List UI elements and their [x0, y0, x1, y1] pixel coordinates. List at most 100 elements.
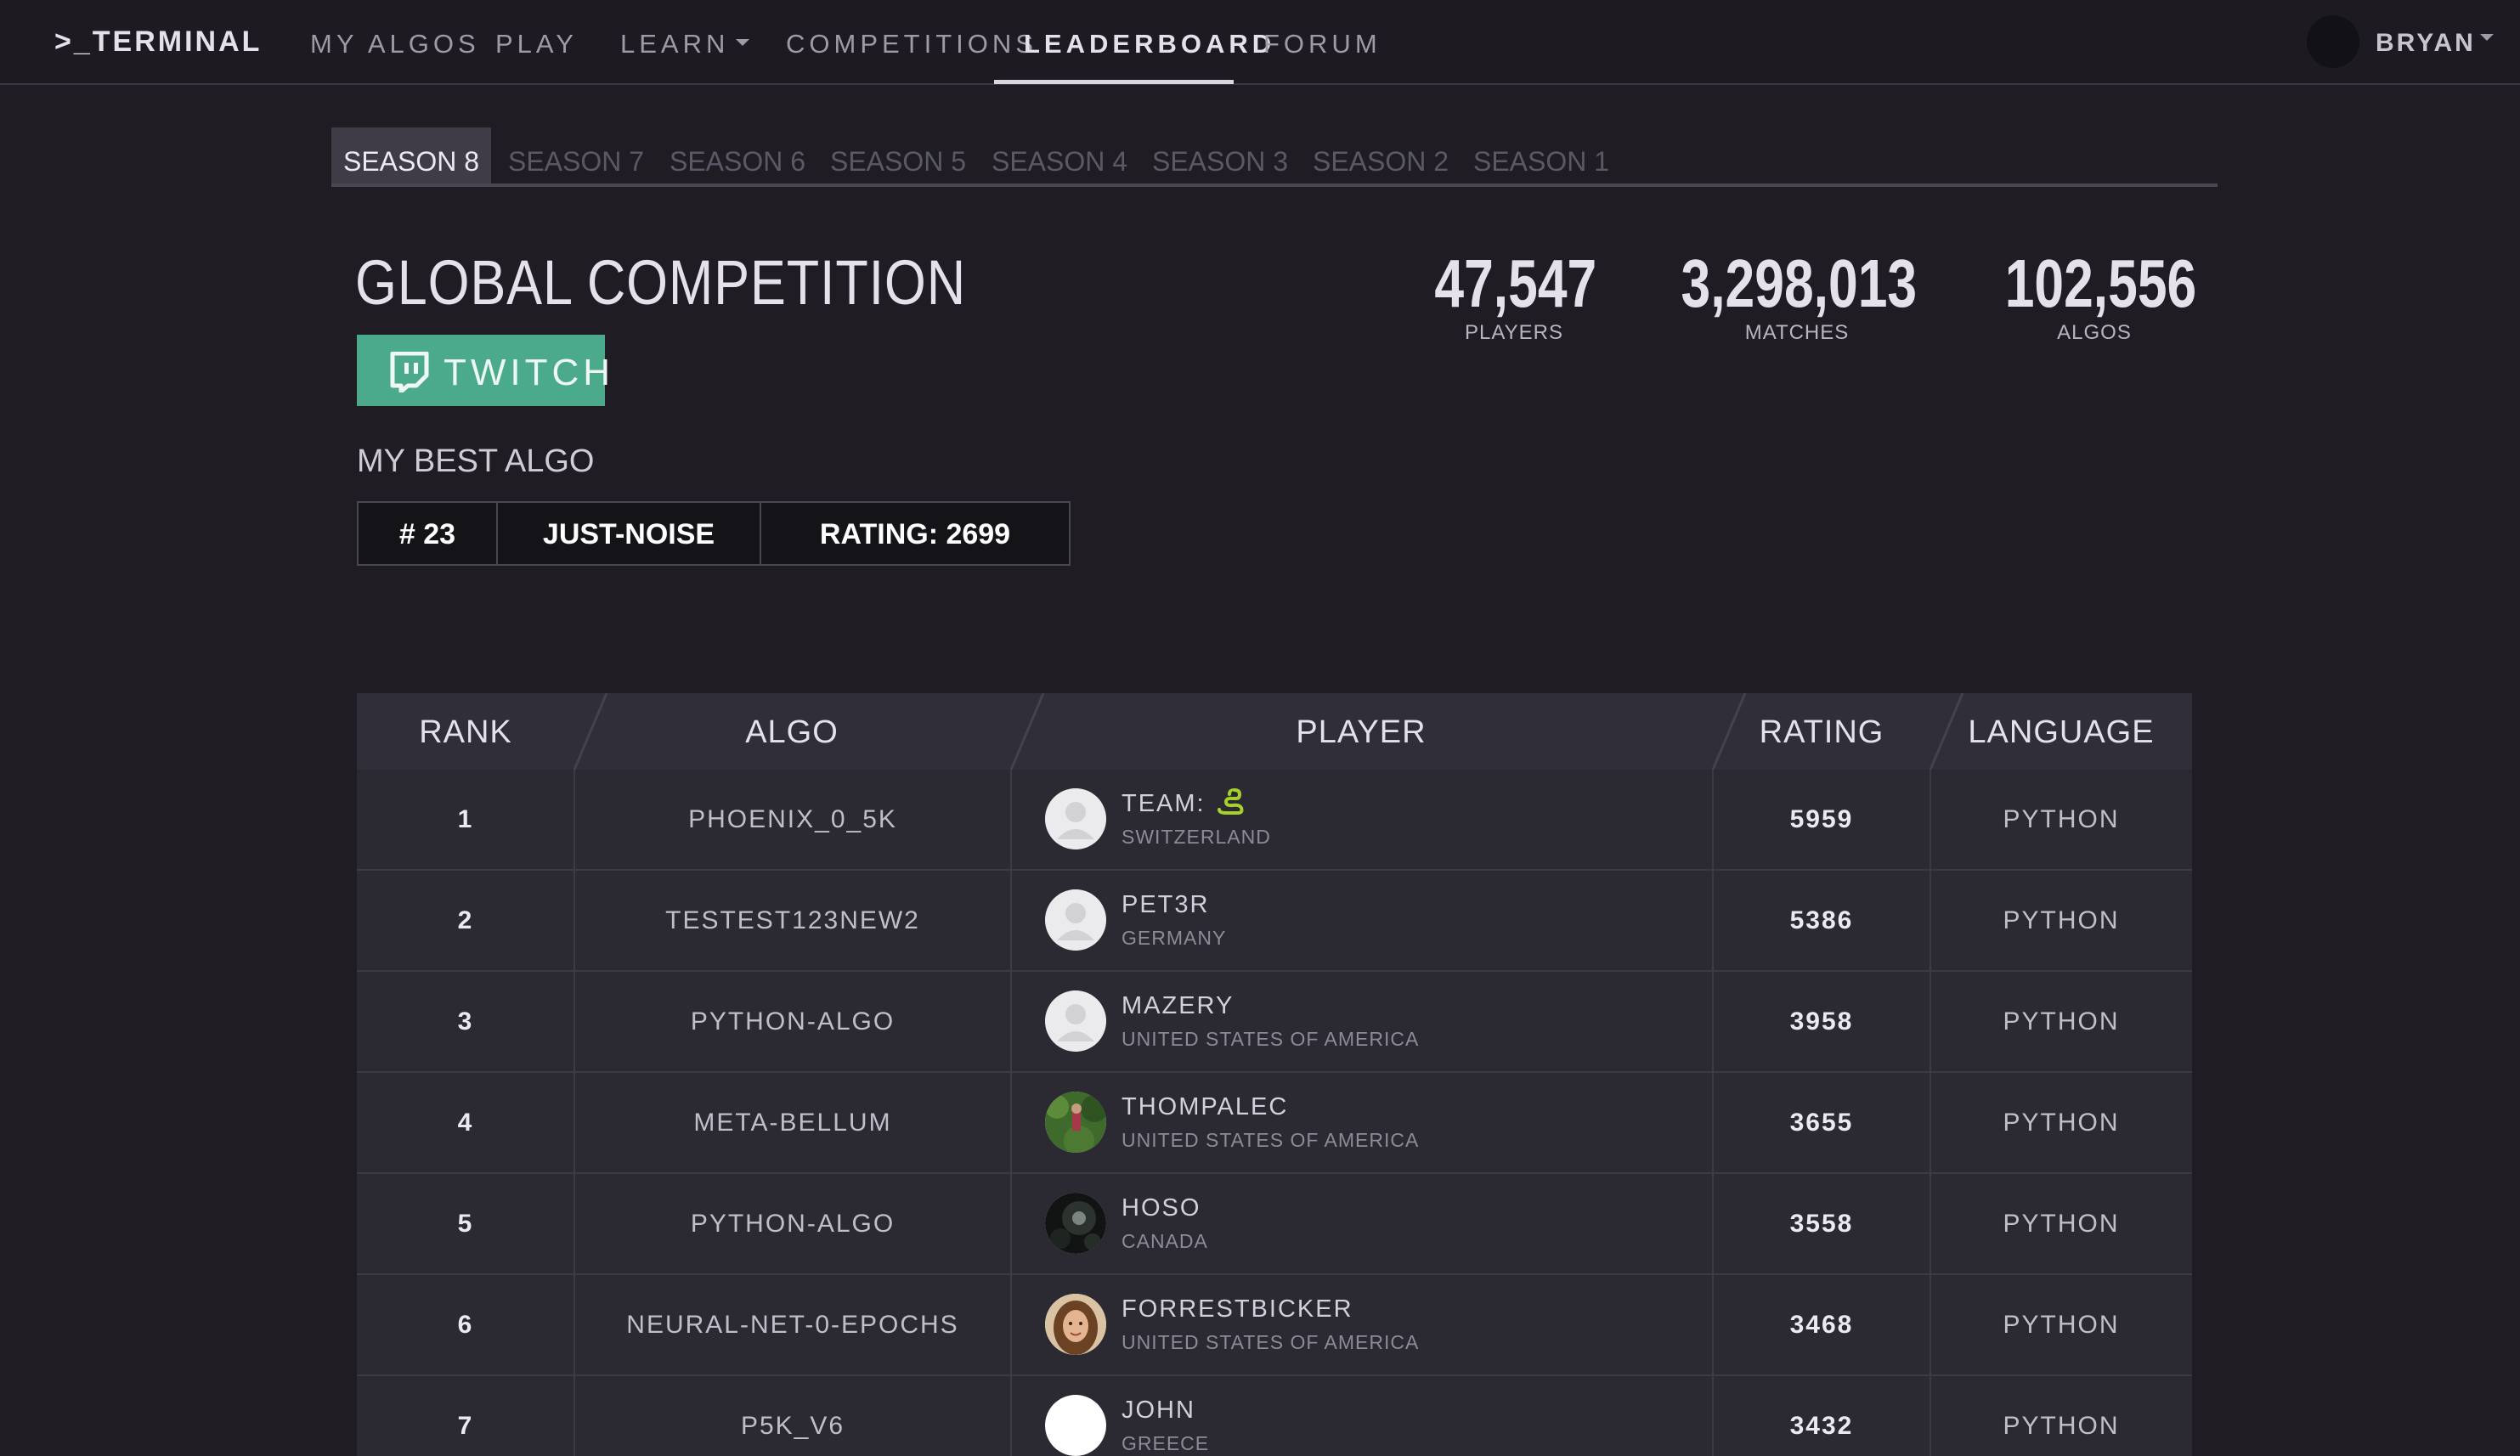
stat-matches-label: MATCHES: [1744, 321, 1850, 344]
night-photo-avatar: [1045, 1193, 1106, 1254]
tab-season-3[interactable]: SEASON 3: [1145, 127, 1295, 183]
table-row[interactable]: 4 META-BELLUM THOMPALEC UNITED STATES OF…: [357, 1073, 2192, 1174]
twitch-icon: [390, 352, 429, 392]
season-tabs: SEASON 8 SEASON 7 SEASON 6 SEASON 5 SEAS…: [331, 127, 2218, 187]
player-name[interactable]: HOSO: [1122, 1193, 1201, 1223]
nav-learn-label: LEARN: [620, 29, 730, 59]
tab-season-2[interactable]: SEASON 2: [1306, 127, 1455, 183]
player-country: SWITZERLAND: [1122, 826, 1271, 848]
row-algo[interactable]: P5K_V6: [574, 1376, 1011, 1456]
header-dividers: [573, 693, 1964, 770]
player-avatar[interactable]: [1045, 1193, 1106, 1254]
tab-season-1[interactable]: SEASON 1: [1466, 127, 1616, 183]
best-algo-rank: # 23: [359, 503, 498, 564]
tab-season-4[interactable]: SEASON 4: [985, 127, 1134, 183]
nav-learn[interactable]: LEARN: [620, 0, 750, 85]
player-name-text: TEAM:: [1122, 790, 1206, 817]
table-row[interactable]: 6 NEURAL-NET-0-EPOCHS FORRESTBICKER UNIT…: [357, 1275, 2192, 1376]
player-avatar[interactable]: [1045, 1294, 1106, 1355]
player-avatar[interactable]: [1045, 788, 1106, 849]
stat-matches: 3,298,013 MATCHES: [1648, 245, 1946, 345]
player-country: UNITED STATES OF AMERICA: [1122, 1331, 1420, 1353]
player-name[interactable]: FORRESTBICKER: [1122, 1294, 1353, 1324]
default-avatar-icon: [1045, 889, 1106, 951]
row-rating: 5959: [1789, 805, 1854, 833]
user-avatar: [2307, 15, 2359, 68]
player-country: UNITED STATES OF AMERICA: [1122, 1129, 1420, 1151]
player-name[interactable]: TEAM:: [1122, 788, 1245, 819]
tab-season-5[interactable]: SEASON 5: [823, 127, 973, 183]
page-title: GLOBAL COMPETITION: [355, 247, 966, 318]
nav-forum[interactable]: FORUM: [1263, 0, 1381, 85]
player-name[interactable]: MAZERY: [1122, 990, 1234, 1021]
best-algo-summary[interactable]: # 23 JUST-NOISE RATING: 2699: [357, 501, 1071, 566]
row-algo[interactable]: NEURAL-NET-0-EPOCHS: [574, 1275, 1011, 1374]
active-nav-indicator: [994, 80, 1234, 84]
player-avatar[interactable]: [1045, 1395, 1106, 1456]
row-rank: 3: [457, 1007, 474, 1036]
user-name: BRYAN: [2376, 29, 2476, 57]
row-language: PYTHON: [2003, 906, 2120, 934]
row-language: PYTHON: [2003, 1311, 2120, 1339]
tab-season-6[interactable]: SEASON 6: [663, 127, 812, 183]
row-rating: 3432: [1789, 1412, 1854, 1440]
table-row[interactable]: 2 TESTEST123NEW2 PET3R GERMANY 5386 PYTH…: [357, 871, 2192, 972]
nav-competitions[interactable]: COMPETITIONS: [786, 0, 1037, 85]
player-country: GREECE: [1122, 1432, 1210, 1454]
player-avatar[interactable]: [1045, 1092, 1106, 1153]
row-rating: 3958: [1789, 1007, 1854, 1036]
row-rank: 7: [457, 1412, 474, 1440]
nav-play[interactable]: PLAY: [495, 0, 578, 85]
forest-photo-avatar: [1045, 1092, 1106, 1153]
table-row[interactable]: 7 P5K_V6 JOHN GREECE 3432 PYTHON: [357, 1376, 2192, 1456]
chevron-down-icon: [736, 38, 750, 46]
nav-my-algos[interactable]: MY ALGOS: [310, 0, 480, 85]
row-rank: 6: [457, 1311, 474, 1339]
row-algo[interactable]: PYTHON-ALGO: [574, 1174, 1011, 1273]
row-algo[interactable]: PHOENIX_0_5K: [574, 770, 1011, 869]
stat-players-label: PLAYERS: [1465, 321, 1563, 344]
stat-algos-value: 102,556: [2004, 245, 2197, 321]
nav-leaderboard[interactable]: LEADERBOARD: [1024, 0, 1275, 85]
player-country: GERMANY: [1122, 927, 1227, 949]
player-name[interactable]: JOHN: [1122, 1395, 1195, 1425]
stat-players: 47,547 PLAYERS: [1412, 245, 1616, 345]
terminal-logo[interactable]: >_TERMINAL: [54, 25, 262, 59]
table-row[interactable]: 1 PHOENIX_0_5K TEAM: SWITZERLAND 5959 PY…: [357, 770, 2192, 871]
portrait-photo-avatar: [1045, 1294, 1106, 1355]
row-algo[interactable]: TESTEST123NEW2: [574, 871, 1011, 970]
tab-season-8[interactable]: SEASON 8: [331, 127, 491, 183]
row-rank: 2: [457, 906, 474, 934]
row-algo[interactable]: META-BELLUM: [574, 1073, 1011, 1172]
row-language: PYTHON: [2003, 805, 2120, 833]
default-avatar-icon: [1045, 990, 1106, 1052]
best-algo-name: JUST-NOISE: [498, 503, 761, 564]
table-row[interactable]: 3 PYTHON-ALGO MAZERY UNITED STATES OF AM…: [357, 972, 2192, 1073]
player-avatar[interactable]: [1045, 990, 1106, 1052]
row-language: PYTHON: [2003, 1210, 2120, 1238]
stat-matches-value: 3,298,013: [1681, 245, 1918, 321]
row-rank: 5: [457, 1210, 474, 1238]
row-language: PYTHON: [2003, 1109, 2120, 1137]
twitch-button[interactable]: TWITCH: [357, 335, 610, 406]
best-algo-rating: RATING: 2699: [761, 503, 1069, 564]
row-algo[interactable]: PYTHON-ALGO: [574, 972, 1011, 1071]
row-rating: 5386: [1789, 906, 1854, 934]
snake-icon: [1217, 788, 1244, 815]
default-avatar-icon: [1045, 788, 1106, 849]
table-header: RANK ALGO PLAYER RATING LANGUAGE: [357, 693, 2192, 770]
top-navbar: >_TERMINAL MY ALGOS PLAY LEARN COMPETITI…: [0, 0, 2520, 85]
player-name[interactable]: THOMPALEC: [1122, 1092, 1288, 1122]
row-rank: 1: [457, 805, 474, 833]
leaderboard-table: RANK ALGO PLAYER RATING LANGUAGE 1 PHOEN…: [357, 693, 2192, 1456]
row-rating: 3558: [1789, 1210, 1854, 1238]
player-avatar[interactable]: [1045, 889, 1106, 951]
best-algo-heading: MY BEST ALGO: [357, 443, 595, 479]
tab-season-7[interactable]: SEASON 7: [501, 127, 651, 183]
table-row[interactable]: 5 PYTHON-ALGO HOSO CANADA 3558 PYTHON: [357, 1174, 2192, 1275]
twitch-label: TWITCH: [444, 352, 615, 393]
stat-algos: 102,556 ALGOS: [1980, 245, 2209, 345]
row-rating: 3655: [1789, 1109, 1854, 1137]
player-name[interactable]: PET3R: [1122, 889, 1209, 920]
stat-players-value: 47,547: [1434, 245, 1597, 321]
